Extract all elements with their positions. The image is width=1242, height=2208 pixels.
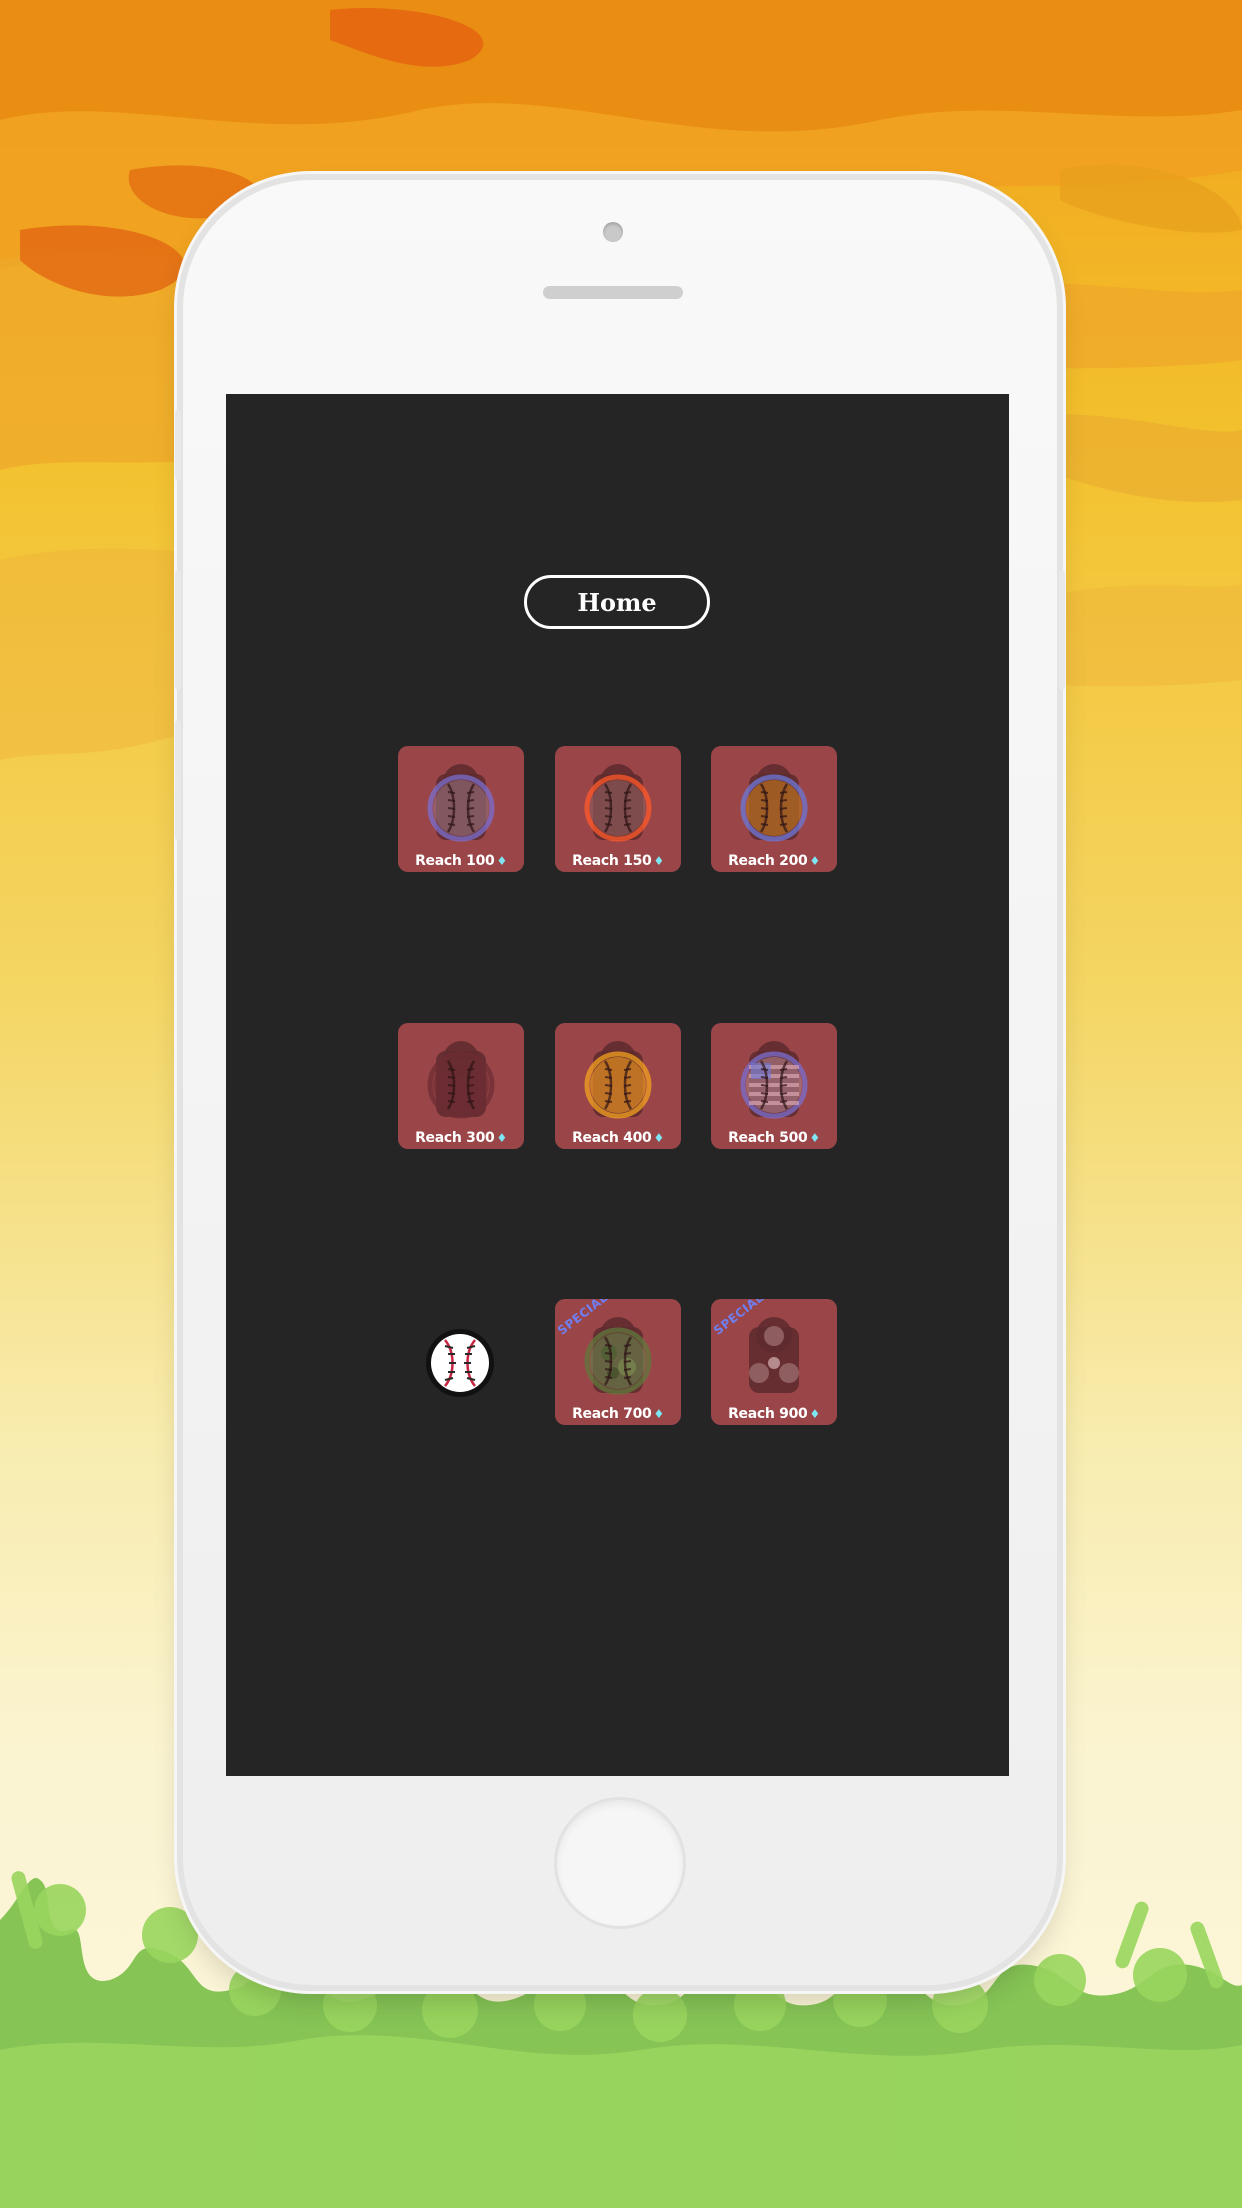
phone-volume-down xyxy=(175,720,181,840)
requirement-text: Reach 900 xyxy=(728,1406,808,1422)
speaker-grille xyxy=(543,286,683,299)
requirement-text: Reach 700 xyxy=(572,1406,652,1422)
requirement-text: Reach 200 xyxy=(728,853,808,869)
ball-unlock-tile[interactable]: Reach 300 ♦ xyxy=(398,1023,524,1149)
tile-requirement-label: Reach 100 ♦ xyxy=(398,853,524,869)
ball-unlock-tile[interactable]: Reach 100 ♦ xyxy=(398,746,524,872)
phone-power-button xyxy=(1059,570,1065,690)
tile-requirement-label: Reach 700 ♦ xyxy=(555,1406,681,1422)
ball-unlock-tile[interactable]: Reach 400 ♦ xyxy=(555,1023,681,1149)
home-button[interactable]: Home xyxy=(524,575,710,629)
diamond-icon: ♦ xyxy=(809,1407,820,1421)
baseball-icon[interactable] xyxy=(423,1326,497,1400)
requirement-text: Reach 300 xyxy=(415,1130,495,1146)
requirement-text: Reach 150 xyxy=(572,853,652,869)
game-screen: Home Reach 100 ♦ Reach 150 ♦ Reach 200 ♦ Reach… xyxy=(226,394,1009,1776)
phone-side-button xyxy=(175,410,181,480)
requirement-text: Reach 400 xyxy=(572,1130,652,1146)
front-camera xyxy=(603,222,623,242)
phone-home-button xyxy=(557,1800,683,1926)
ball-unlock-tile[interactable]: SPECIAL Reach 700 ♦ xyxy=(555,1299,681,1425)
ball-unlock-tile[interactable]: SPECIAL Reach 900 ♦ xyxy=(711,1299,837,1425)
diamond-icon: ♦ xyxy=(809,854,820,868)
ball-unlock-tile[interactable]: Reach 150 ♦ xyxy=(555,746,681,872)
ball-unlock-tile[interactable]: Reach 500 ♦ xyxy=(711,1023,837,1149)
diamond-icon: ♦ xyxy=(653,1407,664,1421)
diamond-icon: ♦ xyxy=(653,1131,664,1145)
requirement-text: Reach 100 xyxy=(415,853,495,869)
diamond-icon: ♦ xyxy=(653,854,664,868)
tile-requirement-label: Reach 200 ♦ xyxy=(711,853,837,869)
tile-requirement-label: Reach 150 ♦ xyxy=(555,853,681,869)
tile-requirement-label: Reach 400 ♦ xyxy=(555,1130,681,1146)
requirement-text: Reach 500 xyxy=(728,1130,808,1146)
diamond-icon: ♦ xyxy=(496,1131,507,1145)
ball-unlock-tile[interactable]: Reach 200 ♦ xyxy=(711,746,837,872)
phone-volume-up xyxy=(175,570,181,690)
diamond-icon: ♦ xyxy=(809,1131,820,1145)
tile-requirement-label: Reach 900 ♦ xyxy=(711,1406,837,1422)
diamond-icon: ♦ xyxy=(496,854,507,868)
tile-requirement-label: Reach 300 ♦ xyxy=(398,1130,524,1146)
tile-requirement-label: Reach 500 ♦ xyxy=(711,1130,837,1146)
